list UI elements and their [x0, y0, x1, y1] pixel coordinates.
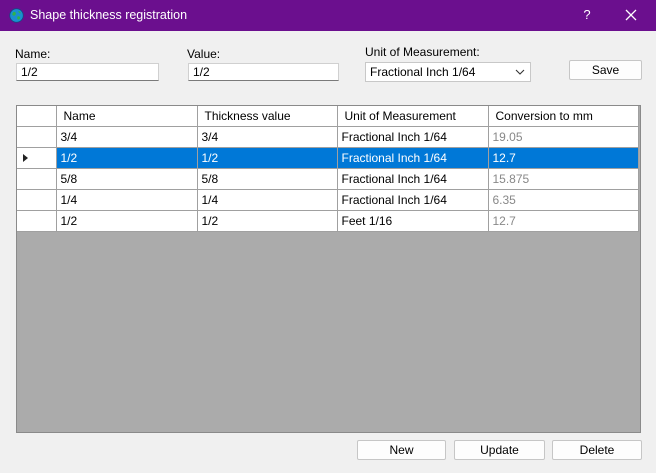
cell-name[interactable]: 1/2	[56, 147, 198, 169]
row-header[interactable]	[17, 210, 57, 232]
cell-mm[interactable]: 15.875	[488, 168, 639, 190]
cell-unit[interactable]: Fractional Inch 1/64	[337, 126, 489, 148]
table-row[interactable]: 3/4 3/4 Fractional Inch 1/64 19.05	[17, 126, 639, 148]
header-row: Name Thickness value Unit of Measurement…	[17, 106, 639, 127]
row-header[interactable]	[17, 126, 57, 148]
row-header[interactable]	[17, 168, 57, 190]
name-label: Name:	[15, 47, 51, 61]
cell-unit[interactable]: Feet 1/16	[337, 210, 489, 232]
thickness-table: Name Thickness value Unit of Measurement…	[17, 106, 639, 232]
value-input[interactable]	[188, 63, 339, 81]
row-header[interactable]	[17, 147, 57, 169]
save-button[interactable]: Save	[569, 60, 642, 80]
cell-name[interactable]: 5/8	[56, 168, 198, 190]
close-button[interactable]	[616, 4, 646, 28]
close-icon	[625, 9, 637, 21]
column-header-unit[interactable]: Unit of Measurement	[337, 106, 489, 127]
chevron-down-icon	[515, 69, 525, 75]
current-row-arrow-icon	[23, 153, 28, 162]
help-button[interactable]: ?	[574, 3, 600, 27]
name-input[interactable]	[16, 63, 159, 81]
cell-unit[interactable]: Fractional Inch 1/64	[337, 189, 489, 211]
title-bar[interactable]: Shape thickness registration ?	[0, 0, 656, 31]
cell-value[interactable]: 1/4	[197, 189, 338, 211]
table-row[interactable]: 1/2 1/2 Feet 1/16 12.7	[17, 210, 639, 232]
update-button[interactable]: Update	[454, 440, 545, 460]
table-row[interactable]: 5/8 5/8 Fractional Inch 1/64 15.875	[17, 168, 639, 190]
table-row[interactable]: 1/4 1/4 Fractional Inch 1/64 6.35	[17, 189, 639, 211]
cell-name[interactable]: 3/4	[56, 126, 198, 148]
new-button[interactable]: New	[357, 440, 446, 460]
table-row-selected[interactable]: 1/2 1/2 Fractional Inch 1/64 12.7	[17, 147, 639, 169]
column-header-thickness-value[interactable]: Thickness value	[197, 106, 338, 127]
data-grid[interactable]: Name Thickness value Unit of Measurement…	[16, 105, 641, 433]
unit-select-value: Fractional Inch 1/64	[370, 65, 476, 79]
cell-mm[interactable]: 12.7	[488, 147, 639, 169]
value-label: Value:	[187, 47, 221, 61]
corner-header[interactable]	[17, 106, 57, 127]
unit-label: Unit of Measurement:	[365, 45, 480, 59]
row-header[interactable]	[17, 189, 57, 211]
cell-unit[interactable]: Fractional Inch 1/64	[337, 147, 489, 169]
cell-mm[interactable]: 6.35	[488, 189, 639, 211]
dialog-window: Shape thickness registration ? Name: Val…	[0, 0, 656, 473]
globe-icon	[9, 8, 24, 23]
cell-name[interactable]: 1/2	[56, 210, 198, 232]
window-title: Shape thickness registration	[30, 8, 188, 22]
cell-value[interactable]: 1/2	[197, 147, 338, 169]
column-header-name[interactable]: Name	[56, 106, 198, 127]
cell-value[interactable]: 1/2	[197, 210, 338, 232]
cell-value[interactable]: 5/8	[197, 168, 338, 190]
cell-unit[interactable]: Fractional Inch 1/64	[337, 168, 489, 190]
cell-value[interactable]: 3/4	[197, 126, 338, 148]
delete-button[interactable]: Delete	[552, 440, 642, 460]
cell-mm[interactable]: 19.05	[488, 126, 639, 148]
column-header-conversion[interactable]: Conversion to mm	[488, 106, 639, 127]
cell-name[interactable]: 1/4	[56, 189, 198, 211]
cell-mm[interactable]: 12.7	[488, 210, 639, 232]
unit-select[interactable]: Fractional Inch 1/64	[365, 62, 531, 82]
